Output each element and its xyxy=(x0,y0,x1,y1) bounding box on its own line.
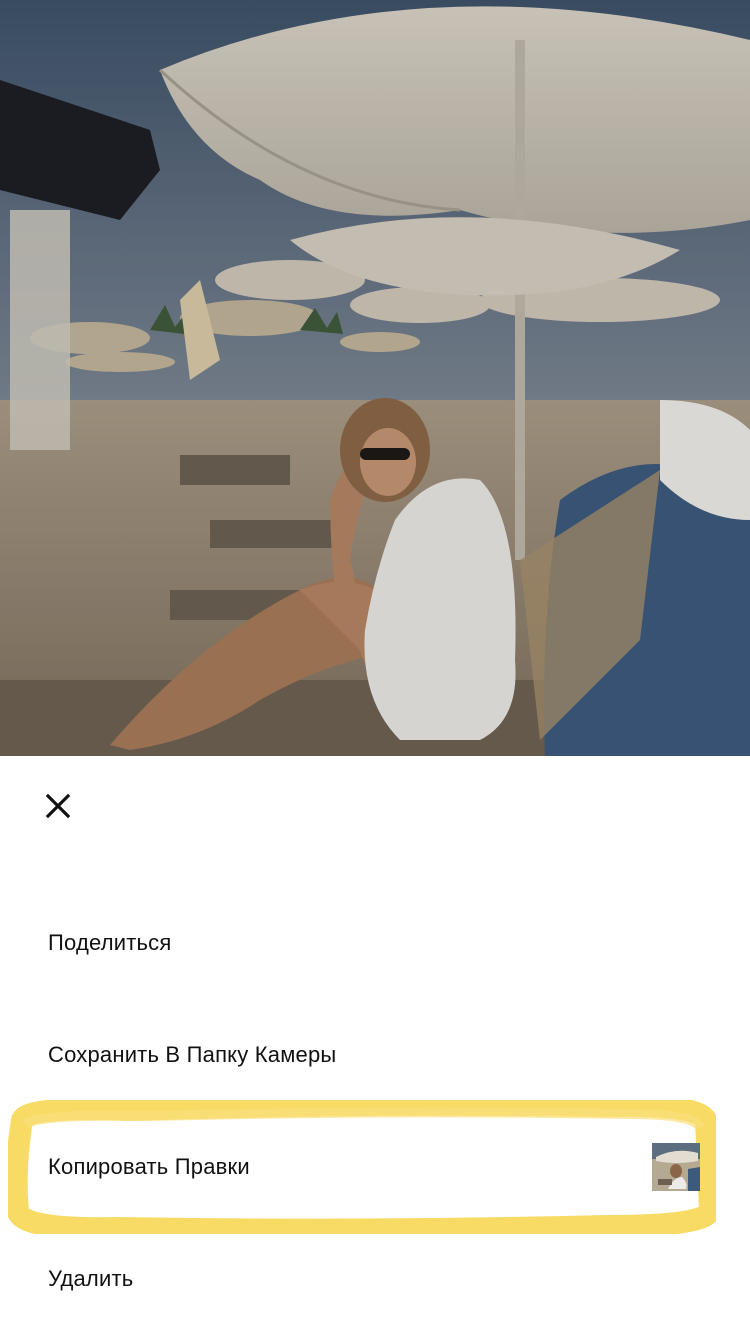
photo-thumbnail xyxy=(652,1143,700,1191)
beach-photo-icon xyxy=(0,0,750,756)
delete-label: Удалить xyxy=(48,1266,134,1291)
share-label: Поделиться xyxy=(48,930,172,955)
screen: Поделиться Сохранить В Папку Камеры Копи… xyxy=(0,0,750,1334)
close-button[interactable] xyxy=(38,786,78,826)
delete-menu-item[interactable]: Удалить xyxy=(0,1234,750,1324)
close-icon xyxy=(45,793,71,819)
photo-preview xyxy=(0,0,750,756)
save-to-camera-roll-label: Сохранить В Папку Камеры xyxy=(48,1042,337,1067)
save-to-camera-roll-menu-item[interactable]: Сохранить В Папку Камеры xyxy=(0,1010,750,1100)
copy-edits-label: Копировать Правки xyxy=(48,1154,250,1179)
action-sheet: Поделиться Сохранить В Папку Камеры Копи… xyxy=(0,756,750,1334)
share-menu-item[interactable]: Поделиться xyxy=(0,898,750,988)
photo-thumbnail-icon xyxy=(652,1143,700,1191)
copy-edits-menu-item[interactable]: Копировать Правки xyxy=(0,1122,750,1212)
